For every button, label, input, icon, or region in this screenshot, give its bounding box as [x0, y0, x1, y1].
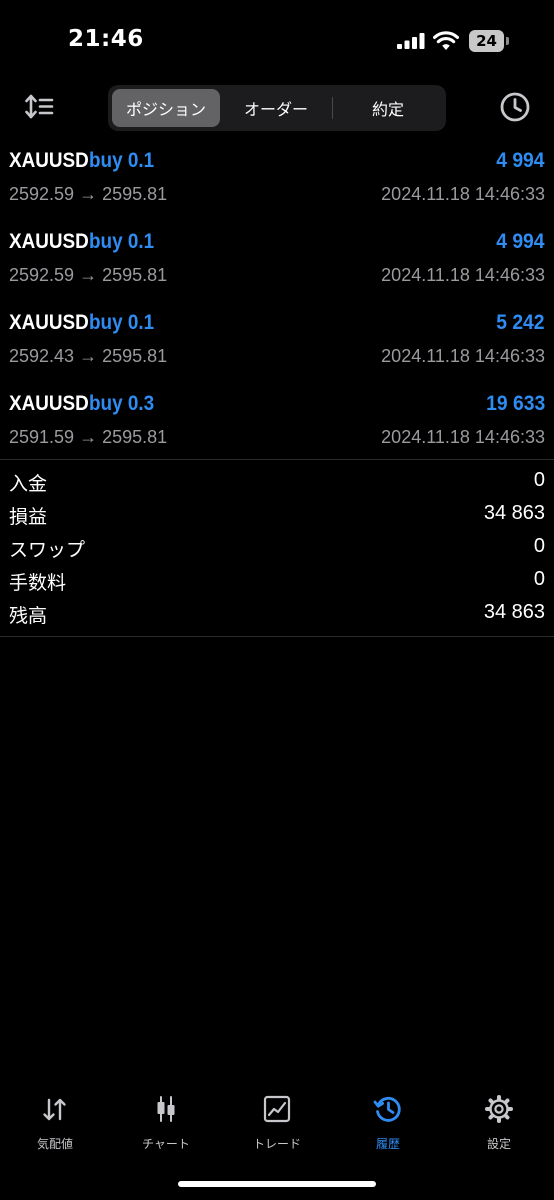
segmented-control: ポジション オーダー 約定 — [108, 85, 446, 131]
tab-label: チャート — [142, 1137, 190, 1151]
tab-settings[interactable]: 設定 — [444, 1094, 554, 1158]
segment-positions[interactable]: ポジション — [112, 89, 220, 127]
clock-icon[interactable] — [498, 90, 532, 124]
wifi-icon — [433, 31, 459, 50]
deal-time: 2024.11.18 14:46:33 — [381, 346, 545, 366]
summary-value: 0 — [533, 568, 545, 590]
summary-value: 0 — [533, 469, 545, 491]
deal-symbol: XAUUSD — [9, 311, 89, 334]
home-indicator — [178, 1181, 376, 1187]
summary-label: スワップ — [9, 539, 86, 561]
deal-profit: 5 242 — [496, 311, 545, 334]
status-time: 21:46 — [68, 26, 144, 52]
deal-time: 2024.11.18 14:46:33 — [381, 427, 545, 447]
tab-chart[interactable]: チャート — [111, 1094, 221, 1158]
summary-row-swap: スワップ 0 — [0, 532, 554, 565]
deal-profit: 4 994 — [496, 230, 545, 253]
deal-row[interactable]: XAUUSD buy 0.1 4 994 2592.59 → 2595.81 2… — [0, 221, 554, 302]
summary-value: 34 863 — [483, 601, 545, 623]
deal-side-volume: buy 0.3 — [89, 392, 155, 415]
summary-label: 損益 — [9, 506, 48, 528]
summary-label: 入金 — [9, 473, 48, 495]
summary-row-commission: 手数料 0 — [0, 565, 554, 598]
deal-time: 2024.11.18 14:46:33 — [381, 184, 545, 204]
summary-label: 手数料 — [9, 572, 67, 594]
tab-label: 気配値 — [36, 1137, 73, 1151]
deal-prices: 2591.59 → 2595.81 — [9, 427, 168, 447]
status-bar: 21:46 24 — [0, 0, 554, 80]
history-toolbar: ポジション オーダー 約定 — [0, 80, 554, 136]
summary-row-balance: 残高 34 863 — [0, 598, 554, 631]
cellular-signal-icon — [397, 33, 425, 49]
sort-icon[interactable] — [22, 90, 56, 124]
tab-trade[interactable]: トレード — [222, 1094, 332, 1158]
summary-label: 残高 — [9, 605, 48, 627]
segment-deals[interactable]: 約定 — [334, 89, 442, 127]
deal-symbol: XAUUSD — [9, 392, 89, 415]
segment-orders[interactable]: オーダー — [222, 89, 330, 127]
tab-label: 履歴 — [375, 1137, 400, 1151]
tab-label: トレード — [252, 1137, 301, 1151]
deal-time: 2024.11.18 14:46:33 — [381, 265, 545, 285]
summary-section: 入金 0 損益 34 863 スワップ 0 手数料 0 残高 34 863 — [0, 466, 554, 631]
deal-row[interactable]: XAUUSD buy 0.1 4 994 2592.59 → 2595.81 2… — [0, 140, 554, 221]
deal-side-volume: buy 0.1 — [89, 311, 155, 334]
trade-chart-icon — [263, 1095, 291, 1123]
deal-side-volume: buy 0.1 — [89, 149, 155, 172]
battery-level: 24 — [469, 30, 504, 52]
deal-row[interactable]: XAUUSD buy 0.1 5 242 2592.43 → 2595.81 2… — [0, 302, 554, 383]
deal-prices: 2592.59 → 2595.81 — [9, 265, 168, 285]
gear-icon — [485, 1095, 513, 1123]
deals-list: XAUUSD buy 0.1 4 994 2592.59 → 2595.81 2… — [0, 140, 554, 464]
summary-row-profit: 損益 34 863 — [0, 499, 554, 532]
history-screen: 21:46 24 ポジション オーダー 約定 XAUUSD buy 0.1 4 … — [0, 0, 554, 1200]
summary-divider — [0, 636, 554, 637]
deal-prices: 2592.43 → 2595.81 — [9, 346, 168, 366]
quotes-arrows-icon — [43, 1098, 66, 1121]
tab-label: 設定 — [486, 1137, 511, 1151]
deal-side-volume: buy 0.1 — [89, 230, 155, 253]
deal-symbol: XAUUSD — [9, 230, 89, 253]
deal-row[interactable]: XAUUSD buy 0.3 19 633 2591.59 → 2595.81 … — [0, 383, 554, 464]
deal-symbol: XAUUSD — [9, 149, 89, 172]
candlestick-icon — [157, 1096, 175, 1122]
summary-row-deposit: 入金 0 — [0, 466, 554, 499]
summary-value: 0 — [533, 535, 545, 557]
battery-cap — [506, 37, 509, 45]
deal-profit: 4 994 — [496, 149, 545, 172]
summary-value: 34 863 — [483, 502, 545, 524]
list-divider — [0, 459, 554, 460]
history-icon — [373, 1097, 401, 1122]
tab-history[interactable]: 履歴 — [333, 1094, 443, 1158]
segment-divider — [332, 97, 333, 119]
tab-quotes[interactable]: 気配値 — [0, 1094, 110, 1158]
battery-icon: 24 — [469, 30, 509, 52]
deal-profit: 19 633 — [485, 392, 545, 415]
deal-prices: 2592.59 → 2595.81 — [9, 184, 168, 204]
